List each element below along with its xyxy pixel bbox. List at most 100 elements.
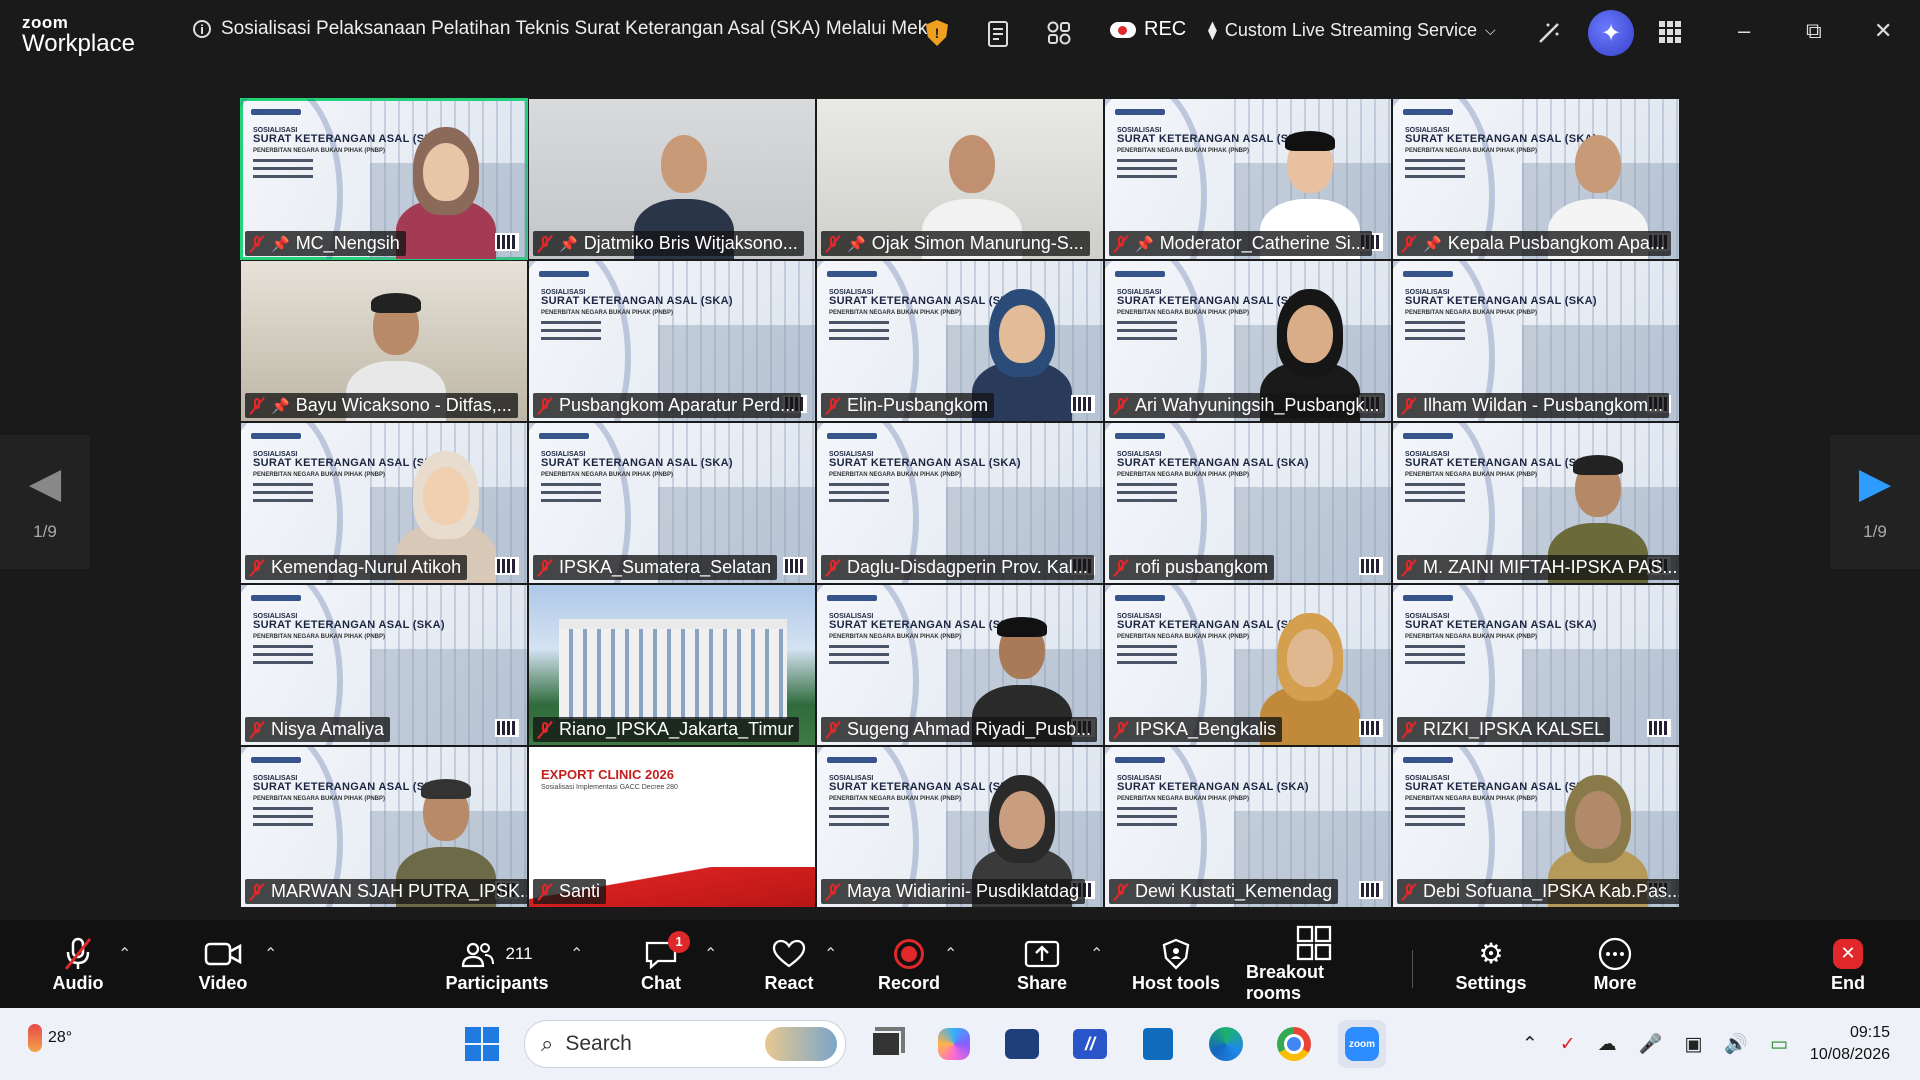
slide-line2: SURAT KETERANGAN ASAL (SKA) <box>829 457 1021 470</box>
video-tile[interactable]: SOSIALISASI SURAT KETERANGAN ASAL (SKA) PE… <box>240 422 528 584</box>
previous-page-button[interactable]: ◀ 1/9 <box>0 435 90 569</box>
battery-icon[interactable]: ▭ <box>1770 1033 1788 1056</box>
chat-label: Chat <box>641 972 681 993</box>
video-tile[interactable]: SOSIALISASI SURAT KETERANGAN ASAL (SKA) PE… <box>1392 746 1680 908</box>
video-tile[interactable]: SOSIALISASI SURAT KETERANGAN ASAL (SKA) PE… <box>816 746 1104 908</box>
store-app-icon[interactable]: // <box>1066 1020 1114 1068</box>
video-tile[interactable]: SOSIALISASI SURAT KETERANGAN ASAL (SKA) PE… <box>1104 260 1392 422</box>
slide-line3: PENERBITAN NEGARA BUKAN PIHAK (PNBP) <box>541 471 674 478</box>
meeting-controls: Audio ⌃ Video ⌃ 211 Participants ⌃ 1 Cha… <box>0 920 1920 1008</box>
react-button[interactable]: React <box>764 920 814 1008</box>
end-meeting-button[interactable]: ✕ End <box>1826 920 1870 1008</box>
video-tile[interactable]: 📌 Djatmiko Bris Witjaksono... <box>528 98 816 260</box>
participant-name: Nisya Amaliya <box>271 719 385 739</box>
breakout-rooms-button[interactable]: Breakout rooms <box>1246 920 1382 1008</box>
video-tile[interactable]: SOSIALISASI SURAT KETERANGAN ASAL (SKA) PE… <box>1104 746 1392 908</box>
settings-button[interactable]: ⚙ Settings <box>1454 920 1528 1008</box>
react-caret-icon[interactable]: ⌃ <box>824 944 837 964</box>
video-tile[interactable]: SOSIALISASI SURAT KETERANGAN ASAL (SKA) PE… <box>1104 422 1392 584</box>
participants-caret-icon[interactable]: ⌃ <box>570 944 583 964</box>
video-tile[interactable]: SOSIALISASI SURAT KETERANGAN ASAL (SKA) PE… <box>240 584 528 746</box>
more-button[interactable]: More <box>1590 920 1640 1008</box>
slide-line3: PENERBITAN NEGARA BUKAN PIHAK (PNBP) <box>1117 471 1250 478</box>
video-tile[interactable]: SOSIALISASI SURAT KETERANGAN ASAL (SKA) PE… <box>240 746 528 908</box>
copilot-icon[interactable] <box>930 1020 978 1068</box>
cloud-sync-icon[interactable]: ☁ <box>1598 1033 1617 1056</box>
notes-icon[interactable] <box>986 20 1012 48</box>
network-icon[interactable]: ▣ <box>1684 1033 1702 1056</box>
thermometer-icon <box>28 1024 42 1052</box>
video-tile[interactable]: SOSIALISASI SURAT KETERANGAN ASAL (SKA) PE… <box>816 422 1104 584</box>
participant-name-tag: RIZKI_IPSKA KALSEL <box>1397 717 1611 742</box>
app-grid-icon[interactable] <box>1658 20 1682 44</box>
video-tile[interactable]: SOSIALISASI SURAT KETERANGAN ASAL (SKA) PE… <box>528 260 816 422</box>
slide-detail-lines <box>829 483 1021 503</box>
participant-name-tag: IPSKA_Sumatera_Selatan <box>533 555 778 580</box>
video-tile[interactable]: SOSIALISASI SURAT KETERANGAN ASAL (SKA) PE… <box>1392 584 1680 746</box>
ministry-logo <box>827 433 877 439</box>
mic-muted-icon <box>249 235 265 253</box>
participant-name: Elin-Pusbangkom <box>847 395 989 415</box>
video-tile[interactable]: SOSIALISASI SURAT KETERANGAN ASAL (SKA) PE… <box>816 584 1104 746</box>
speaker-icon[interactable]: 🔊 <box>1724 1032 1748 1056</box>
ministry-logo <box>539 271 589 277</box>
chrome-browser-icon[interactable] <box>1270 1020 1318 1068</box>
close-icon[interactable]: ✕ <box>1874 18 1892 44</box>
live-stream-status[interactable]: ⧫ Custom Live Streaming Service ⌵ <box>1208 20 1496 41</box>
notes-app-icon[interactable] <box>1134 1020 1182 1068</box>
video-tile[interactable]: SOSIALISASI SURAT KETERANGAN ASAL (SKA) PE… <box>1104 98 1392 260</box>
meeting-title[interactable]: i Sosialisasi Pelaksanaan Pelatihan Tekn… <box>193 18 944 40</box>
audio-button[interactable]: Audio <box>46 920 110 1008</box>
recording-indicator[interactable]: REC <box>1110 18 1186 41</box>
weather-widget[interactable]: 28° <box>28 1024 72 1052</box>
annotate-pen-icon[interactable] <box>1536 20 1562 46</box>
clock[interactable]: 09:15 10/08/2026 <box>1810 1022 1890 1065</box>
info-icon[interactable]: i <box>193 20 211 38</box>
chevron-up-icon[interactable]: ⌃ <box>1522 1033 1538 1056</box>
participant-name-tag: Pusbangkom Aparatur Perd... <box>533 393 802 418</box>
start-button[interactable] <box>458 1020 506 1068</box>
video-tile[interactable]: SOSIALISASI SURAT KETERANGAN ASAL (SKA) PE… <box>1392 98 1680 260</box>
participant-name: rofi pusbangkom <box>1135 557 1269 577</box>
video-tile[interactable]: SOSIALISASI SURAT KETERANGAN ASAL (SKA) PE… <box>528 422 816 584</box>
next-page-button[interactable]: ▶ 1/9 <box>1830 435 1920 569</box>
video-tile[interactable]: Riano_IPSKA_Jakarta_Timur <box>528 584 816 746</box>
restore-icon[interactable]: ⧉ <box>1806 18 1822 44</box>
video-tile[interactable]: SOSIALISASI SURAT KETERANGAN ASAL (SKA) PE… <box>1104 584 1392 746</box>
task-view-icon[interactable] <box>862 1020 910 1068</box>
apps-shortcut-icon[interactable] <box>1046 20 1072 46</box>
chat-unread-badge: 1 <box>668 930 690 953</box>
media-app-icon[interactable] <box>998 1020 1046 1068</box>
audio-options-caret-icon[interactable]: ⌃ <box>118 944 131 964</box>
share-caret-icon[interactable]: ⌃ <box>1090 944 1103 964</box>
video-tile[interactable]: SOSIALISASI SURAT KETERANGAN ASAL (SKA) PE… <box>1392 260 1680 422</box>
ai-companion-icon[interactable]: ✦ <box>1588 10 1634 56</box>
edge-browser-icon[interactable] <box>1202 1020 1250 1068</box>
taskbar-pinned-apps <box>458 1008 524 1080</box>
zoom-app-icon[interactable]: zoom <box>1338 1020 1386 1068</box>
chat-bubble-icon: 1 <box>644 930 690 973</box>
encryption-shield-icon[interactable]: ! <box>926 20 948 46</box>
participants-button[interactable]: 211 Participants <box>444 920 550 1008</box>
chat-caret-icon[interactable]: ⌃ <box>704 944 717 964</box>
video-tile[interactable]: 📌 Ojak Simon Manurung-S... <box>816 98 1104 260</box>
chat-button[interactable]: 1 Chat <box>640 920 690 1008</box>
minimize-icon[interactable]: – <box>1738 18 1750 44</box>
record-button[interactable]: Record <box>878 920 940 1008</box>
video-tile[interactable]: SOSIALISASI SURAT KETERANGAN ASAL (SKA) PE… <box>1392 422 1680 584</box>
record-caret-icon[interactable]: ⌃ <box>944 944 957 964</box>
video-button[interactable]: Video <box>190 920 256 1008</box>
video-tile[interactable]: SOSIALISASI SURAT KETERANGAN ASAL (SKA) PE… <box>816 260 1104 422</box>
taskbar-search[interactable]: ⌕ Search <box>524 1020 846 1068</box>
share-button[interactable]: Share <box>1014 920 1070 1008</box>
ministry-logo <box>1403 595 1453 601</box>
video-tile[interactable]: SOSIALISASI SURAT KETERANGAN ASAL (SKA) PE… <box>240 98 528 260</box>
video-tile[interactable]: 📌 Bayu Wicaksono - Ditfas,... <box>240 260 528 422</box>
mic-muted-icon <box>825 235 841 253</box>
host-tools-button[interactable]: Host tools <box>1130 920 1222 1008</box>
video-options-caret-icon[interactable]: ⌃ <box>264 944 277 964</box>
antivirus-icon[interactable]: ✓ <box>1560 1033 1576 1056</box>
participant-name: MC_Nengsih <box>295 233 400 253</box>
microphone-icon[interactable]: 🎤 <box>1639 1032 1663 1056</box>
video-tile[interactable]: EXPORT CLINIC 2026 Sosialisasi Implementa… <box>528 746 816 908</box>
